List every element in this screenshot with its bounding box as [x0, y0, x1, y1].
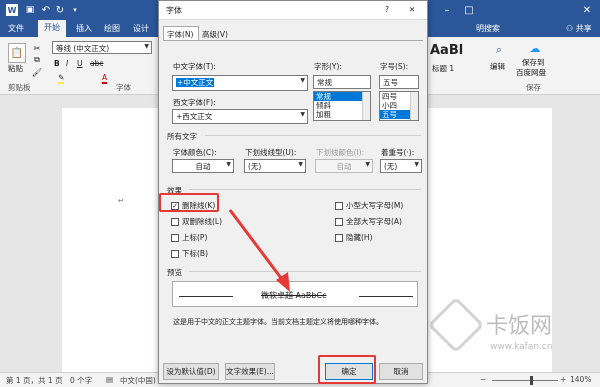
hidden-checkbox[interactable]: 隐藏(H): [335, 232, 373, 243]
bold-button[interactable]: B: [54, 59, 60, 68]
hidden-label: 隐藏(H): [346, 233, 373, 242]
style-label: 字形(Y):: [314, 62, 342, 71]
italic-button[interactable]: I: [66, 59, 68, 68]
superscript-checkbox[interactable]: 上标(P): [171, 232, 207, 243]
editing-label[interactable]: 编辑: [490, 61, 505, 72]
zoom-level[interactable]: 140%: [570, 375, 591, 384]
emphasis-combo[interactable]: (无) ▼: [380, 159, 422, 173]
cut-icon[interactable]: ✂: [32, 43, 42, 53]
font-name-combo[interactable]: 等线 (中文正文) ▼: [52, 41, 152, 54]
tab-font-label: 字体(N): [167, 30, 194, 39]
small-caps-checkbox[interactable]: 小型大写字母(M): [335, 200, 403, 211]
minimize-icon[interactable]: –: [440, 3, 454, 17]
ok-highlight-box: [318, 355, 376, 384]
font-color-label: 字体颜色(C):: [173, 148, 217, 157]
search-hint[interactable]: 明搜索: [476, 23, 500, 34]
all-caps-checkbox[interactable]: 全部大写字母(A): [335, 216, 402, 227]
format-painter-icon[interactable]: 🖌: [32, 67, 42, 77]
style-sample[interactable]: AaBl: [430, 43, 463, 58]
west-font-value: +西文正文: [176, 112, 213, 121]
tab-home[interactable]: 开始: [38, 20, 66, 37]
help-button[interactable]: ?: [385, 5, 389, 14]
font-color-icon[interactable]: A: [102, 73, 108, 84]
find-icon[interactable]: ⌕: [492, 43, 506, 57]
watermark-url: www.kafan.cn: [490, 342, 553, 352]
zoom-slider-thumb[interactable]: [530, 376, 533, 385]
window-close-icon[interactable]: ✕: [580, 3, 594, 17]
underline-color-combo[interactable]: 自动 ▼: [315, 159, 373, 173]
text-effects-button[interactable]: 文字效果(E)...: [225, 363, 275, 380]
size-input[interactable]: 五号: [379, 75, 419, 89]
all-text-heading: 所有文字: [167, 132, 197, 141]
status-language[interactable]: 中文(中国): [120, 375, 156, 386]
size-list[interactable]: 四号 小四 五号: [379, 91, 419, 121]
cn-font-value: +中文正文: [176, 78, 215, 87]
all-caps-label: 全部大写字母(A): [346, 217, 402, 226]
underline-style-label: 下划线线型(U):: [245, 148, 297, 157]
restore-icon[interactable]: □: [462, 3, 476, 17]
font-group-label: 字体: [116, 83, 131, 92]
emphasis-label: 着重号(·):: [381, 148, 415, 157]
dialog-title-bar: 字体 ? ✕: [159, 1, 427, 20]
cancel-button[interactable]: 取消: [379, 363, 423, 380]
zoom-out-icon[interactable]: −: [480, 375, 486, 384]
preview-heading: 预览: [167, 268, 182, 277]
proofing-icon[interactable]: ▤: [106, 375, 113, 384]
underline-button[interactable]: U: [77, 59, 83, 68]
redo-icon[interactable]: ↻: [54, 4, 66, 16]
dialog-title: 字体: [166, 6, 182, 15]
small-caps-label: 小型大写字母(M): [346, 201, 404, 210]
person-icon: ⚇: [566, 24, 576, 33]
superscript-label: 上标(P): [182, 233, 208, 242]
highlight-icon[interactable]: ✎: [58, 73, 65, 84]
save-to-line2[interactable]: 百度网盘: [516, 67, 546, 78]
double-strikethrough-label: 双删除线(L): [182, 217, 223, 226]
tab-insert[interactable]: 插入: [76, 23, 92, 34]
zoom-slider[interactable]: [492, 380, 558, 381]
set-default-button[interactable]: 设为默认值(D): [163, 363, 219, 380]
strikethrough-highlight-box: [159, 193, 219, 212]
cn-font-combo[interactable]: +中文正文 ▼: [172, 75, 308, 91]
word-logo-icon: W: [6, 4, 18, 16]
underline-style-combo[interactable]: (无) ▼: [244, 159, 306, 173]
watermark-brand: 卡饭网: [486, 314, 553, 339]
baidu-cloud-icon[interactable]: ☁: [526, 41, 544, 55]
subscript-label: 下标(B): [182, 249, 208, 258]
font-dialog: 字体 ? ✕ 字体(N) 高级(V) 中文字体(T): +中文正文 ▼ 字形(Y)…: [158, 0, 428, 384]
save-group-label: 保存: [526, 83, 541, 92]
size-label: 字号(S):: [380, 62, 409, 71]
font-color-combo[interactable]: 自动 ▼: [172, 159, 234, 173]
preview-note: 这是用于中文的正文主题字体。当前文档主题定义将使用哪种字体。: [173, 318, 383, 326]
paragraph-mark: ↵: [118, 196, 125, 205]
west-font-label: 西文字体(F):: [173, 98, 216, 107]
subscript-checkbox[interactable]: 下标(B): [171, 248, 208, 259]
tab-advanced[interactable]: 高级(V): [202, 29, 228, 40]
paste-label[interactable]: 粘贴: [8, 63, 23, 74]
save-icon[interactable]: ▣: [24, 4, 36, 16]
paste-icon[interactable]: 📋: [8, 43, 26, 63]
style-heading1-label[interactable]: 标题 1: [432, 63, 454, 74]
copy-icon[interactable]: ⧉: [32, 55, 42, 65]
tab-design[interactable]: 设计: [133, 23, 149, 34]
zoom-in-icon[interactable]: +: [560, 375, 566, 384]
west-font-combo[interactable]: +西文正文 ▼: [172, 109, 308, 124]
tab-file[interactable]: 文件: [8, 23, 24, 34]
cn-font-label: 中文字体(T):: [173, 62, 216, 71]
double-strikethrough-checkbox[interactable]: 双删除线(L): [171, 216, 222, 227]
strikethrough-button[interactable]: abc: [90, 59, 103, 68]
red-arrow-icon: [228, 209, 290, 292]
dialog-close-icon[interactable]: ✕: [409, 5, 415, 14]
customize-icon[interactable]: ▾: [70, 4, 80, 16]
status-page[interactable]: 第 1 页，共 1 页: [6, 375, 63, 386]
style-list[interactable]: 常规 倾斜 加粗: [313, 91, 371, 121]
tab-font[interactable]: 字体(N): [163, 26, 199, 40]
underline-color-label: 下划线颜色(I):: [316, 148, 365, 157]
status-words[interactable]: 0 个字: [70, 375, 92, 386]
share-label: 共享: [575, 24, 592, 33]
undo-icon[interactable]: ↶: [40, 4, 52, 16]
tab-draw[interactable]: 绘图: [104, 23, 120, 34]
clipboard-group-label: 剪贴板: [8, 83, 31, 92]
style-input[interactable]: 常规: [313, 75, 371, 89]
share-button[interactable]: ⚇ 共享: [566, 23, 592, 34]
